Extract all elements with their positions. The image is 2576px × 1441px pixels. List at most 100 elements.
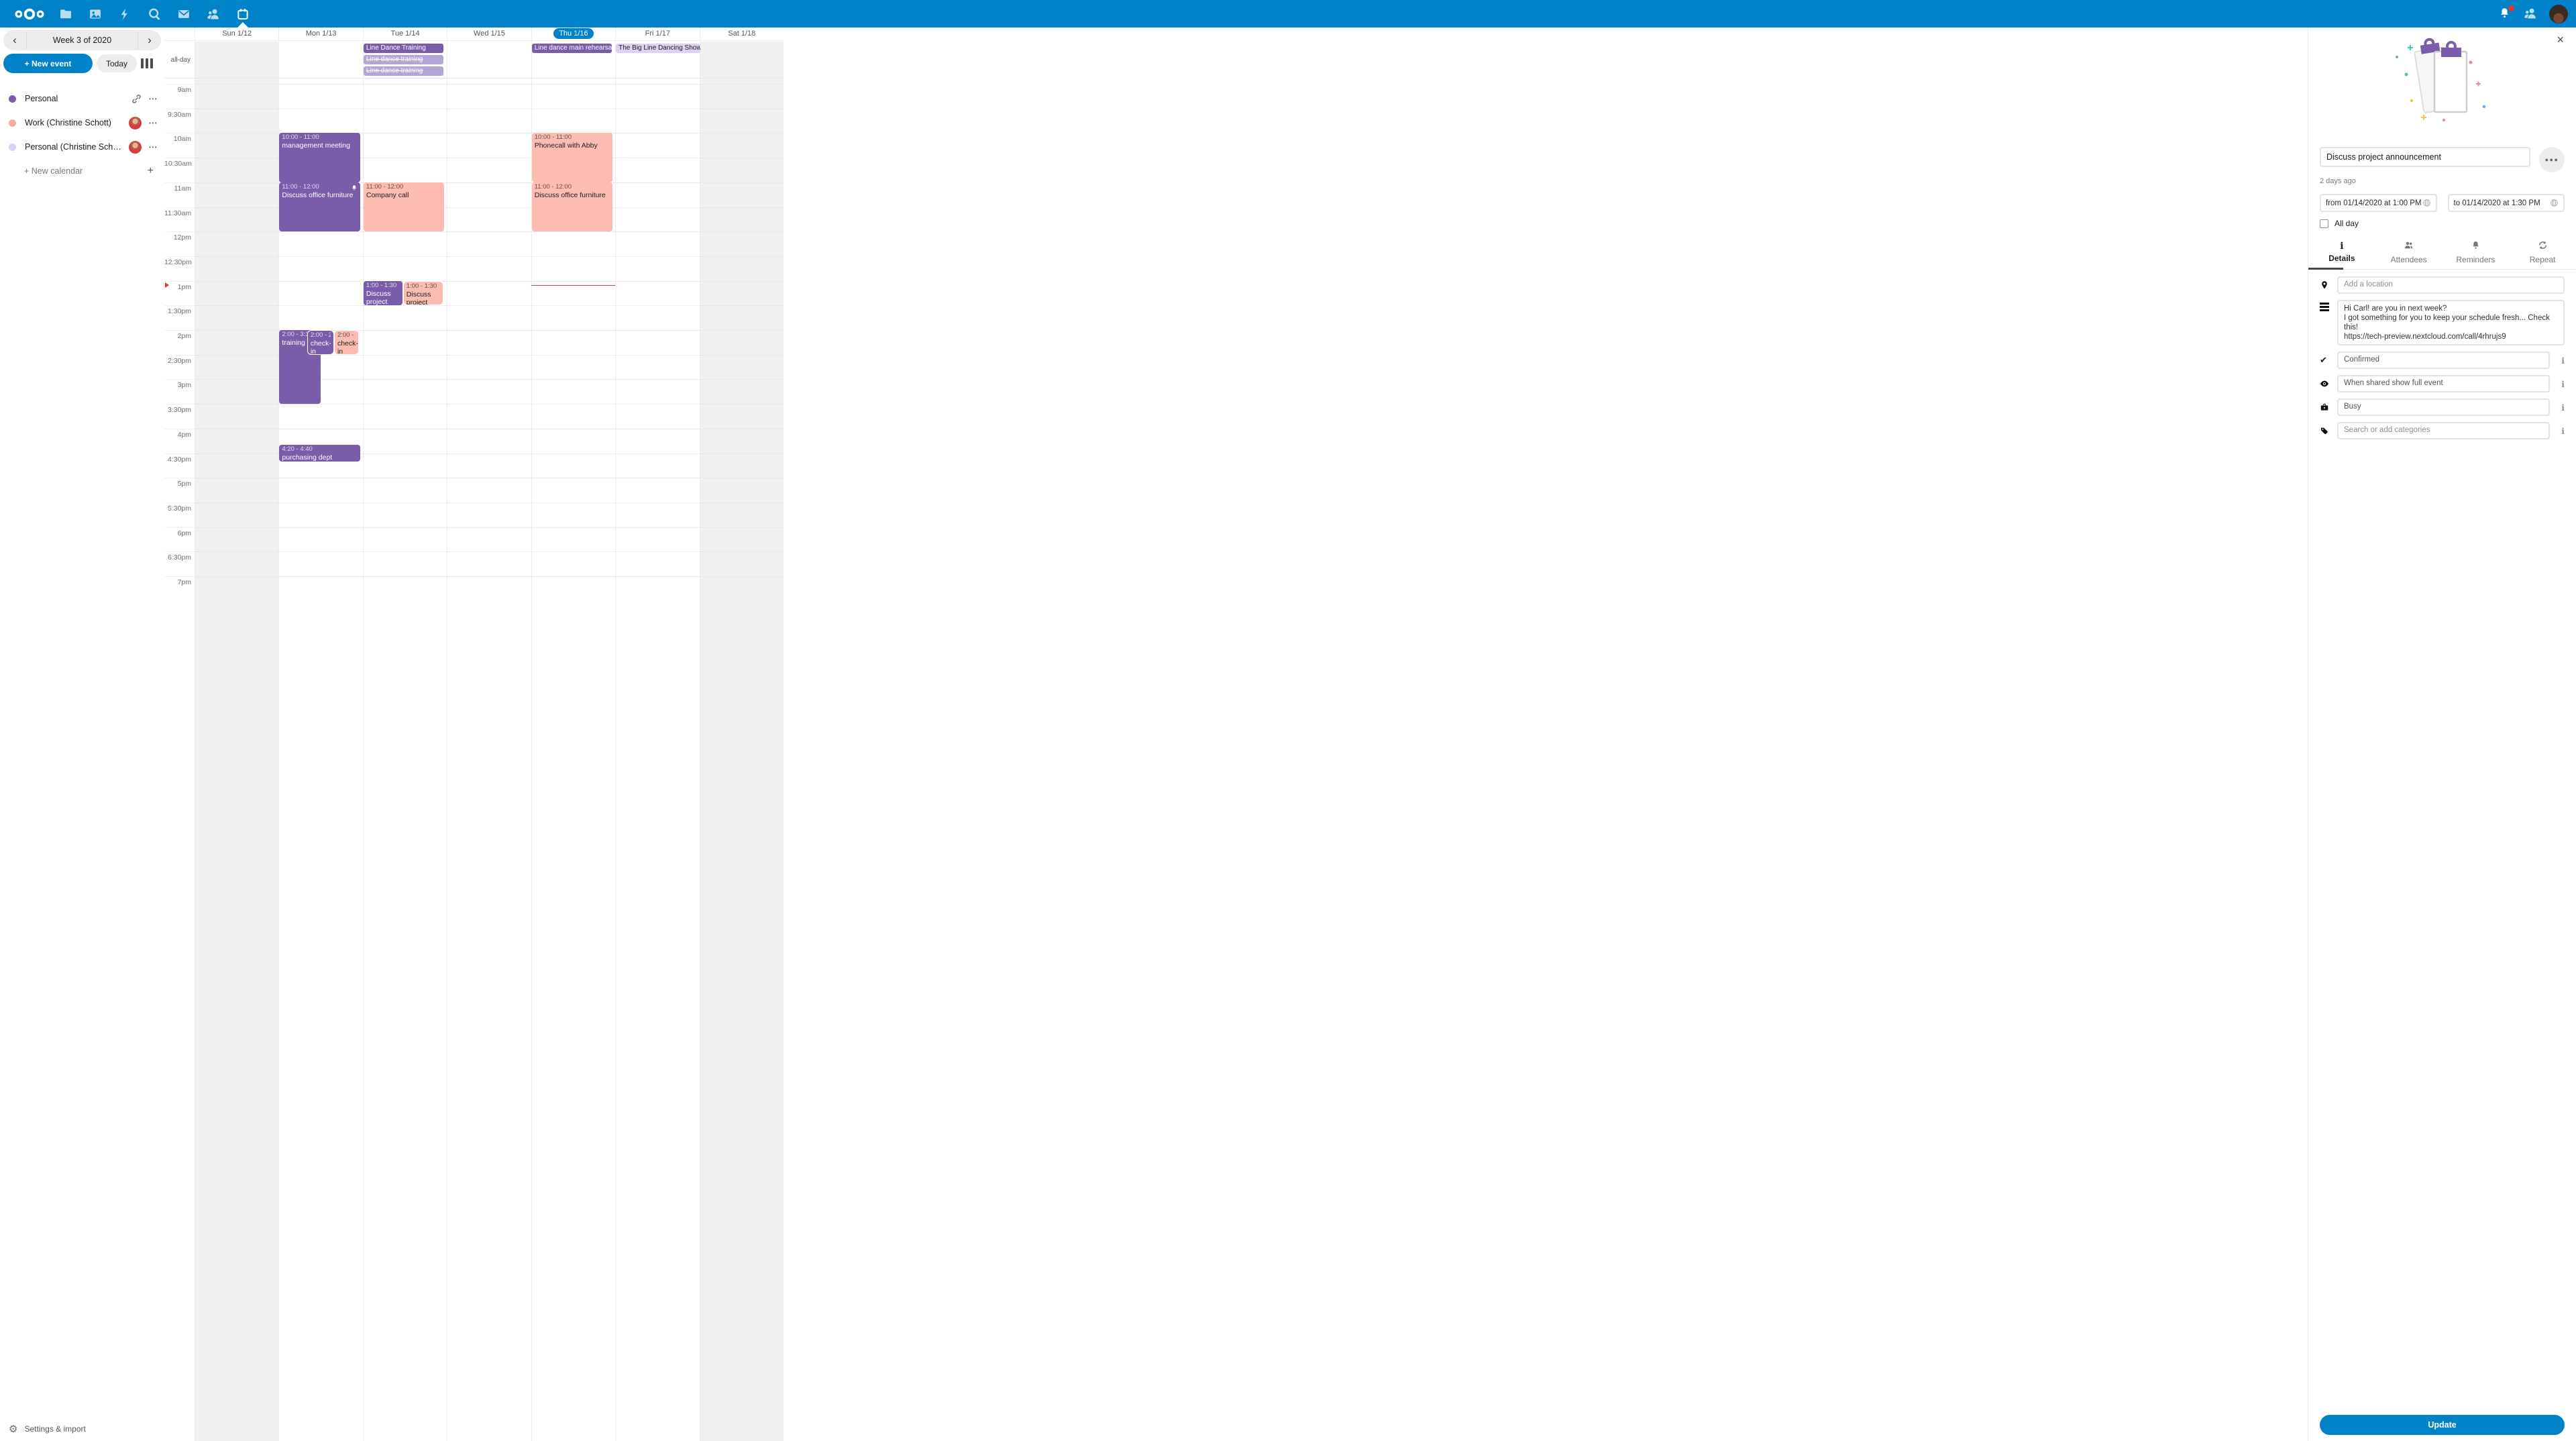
grid-line [195, 502, 784, 503]
calendar-event[interactable]: 2:00 - 2:30check-in [334, 330, 359, 355]
calendar-event[interactable]: 11:00 - 12:00Company call [364, 182, 444, 231]
all-day-cell[interactable] [278, 42, 362, 78]
today-button[interactable]: Today [97, 54, 137, 72]
day-column[interactable] [531, 78, 615, 1441]
shared-by-avatar [129, 117, 142, 129]
app-activity-icon[interactable] [110, 0, 140, 28]
all-day-event[interactable]: Line dance training [364, 66, 443, 76]
share-link-icon[interactable] [131, 94, 142, 104]
all-day-checkbox[interactable] [2320, 219, 2328, 228]
calendar-item[interactable]: Work (Christine Schott)••• [0, 111, 164, 135]
new-event-button[interactable]: + New event [3, 54, 93, 73]
calendar-item-menu-icon[interactable]: ••• [149, 144, 158, 150]
day-column[interactable] [700, 78, 784, 1441]
day-header: Sat 1/18 [700, 28, 784, 40]
calendar-event[interactable]: 11:00 - 12:00Discuss office furniture [532, 182, 612, 231]
calendar-event[interactable]: 11:00 - 12:00Discuss office furniture [279, 182, 360, 231]
all-day-event[interactable]: Line dance main rehearsal [532, 44, 612, 53]
event-title-input[interactable] [2320, 147, 2530, 167]
all-day-cell[interactable] [195, 42, 278, 78]
gutter-line [164, 576, 195, 577]
calendar-item[interactable]: Personal••• [0, 87, 164, 111]
freebusy-select[interactable]: Busy [2337, 398, 2550, 416]
calendar-event[interactable]: 1:00 - 1:30Discuss project announcement [364, 281, 402, 306]
view-toggle-button[interactable] [138, 56, 156, 71]
gutter-line [164, 305, 195, 306]
timezone-globe-icon[interactable] [2422, 199, 2431, 207]
tab-attendees[interactable]: Attendees [2375, 237, 2443, 269]
event-actions-menu-button[interactable]: ●●● [2539, 147, 2565, 172]
app-files-icon[interactable] [51, 0, 80, 28]
tab-details[interactable]: iDetails [2308, 237, 2375, 269]
tab-repeat[interactable]: Repeat [2509, 237, 2576, 269]
grid-line [195, 305, 784, 306]
next-week-button[interactable]: › [138, 30, 161, 50]
all-day-event[interactable]: Line Dance Training [364, 44, 443, 53]
info-icon[interactable]: i [2550, 403, 2565, 413]
all-day-cell[interactable] [700, 42, 784, 78]
new-calendar-button[interactable]: + New calendar+ [0, 159, 164, 183]
app-calendar-icon[interactable] [228, 0, 258, 28]
user-avatar[interactable] [2549, 5, 2568, 23]
previous-week-button[interactable]: ‹ [3, 30, 26, 50]
info-icon[interactable]: i [2550, 356, 2565, 366]
time-label: 12:30pm [164, 258, 191, 266]
tab-label: Repeat [2509, 255, 2576, 264]
gutter-line [164, 182, 195, 183]
categories-input[interactable]: Search or add categories [2337, 422, 2550, 439]
nextcloud-logo[interactable] [8, 0, 51, 28]
day-column[interactable] [278, 78, 362, 1441]
timezone-globe-icon[interactable] [2550, 199, 2559, 207]
gutter-line [164, 379, 195, 380]
update-button[interactable]: Update [2320, 1415, 2565, 1435]
grid-line [195, 281, 784, 282]
calendar-item-menu-icon[interactable]: ••• [149, 120, 158, 126]
info-icon[interactable]: i [2550, 379, 2565, 389]
grid-line [195, 84, 784, 85]
day-column[interactable] [615, 78, 699, 1441]
day-column[interactable] [447, 78, 531, 1441]
grid-line [195, 551, 784, 552]
tab-reminders[interactable]: Reminders [2443, 237, 2510, 269]
bell-icon [2443, 240, 2510, 254]
settings-import[interactable]: ⚙ Settings & import [0, 1417, 164, 1441]
event-editor-panel: × [2308, 28, 2576, 1441]
visibility-select[interactable]: When shared show full event [2337, 375, 2550, 392]
calendar-event[interactable]: 4:20 - 4:40purchasing dept [279, 445, 360, 461]
week-label[interactable]: Week 3 of 2020 [26, 31, 138, 50]
gutter-line [164, 207, 195, 208]
event-title: Phonecall with Abby [535, 142, 610, 150]
end-date-field[interactable]: to 01/14/2020 at 1:30 PM [2448, 194, 2565, 212]
time-label: 11:30am [164, 209, 191, 217]
time-label: 3pm [164, 381, 191, 389]
app-photos-icon[interactable] [80, 0, 110, 28]
notifications-bell-icon[interactable] [2498, 7, 2513, 21]
all-day-cell[interactable] [447, 42, 531, 78]
all-day-event[interactable]: The Big Line Dancing Show [616, 44, 700, 53]
description-input[interactable]: Hi Carl! are you in next week? I got som… [2337, 300, 2565, 345]
editor-tabs: iDetailsAttendeesRemindersRepeat [2308, 237, 2576, 270]
app-mail-icon[interactable] [169, 0, 199, 28]
event-time: 11:00 - 12:00 [366, 183, 441, 191]
status-select[interactable]: Confirmed [2337, 352, 2550, 369]
contacts-menu-icon[interactable] [2524, 7, 2538, 21]
calendar-event[interactable]: 10:00 - 11:00Phonecall with Abby [532, 133, 612, 182]
calendar-item-actions: ••• [129, 117, 158, 129]
event-time: 4:20 - 4:40 [282, 445, 357, 453]
app-contacts-icon[interactable] [199, 0, 228, 28]
info-icon[interactable]: i [2550, 426, 2565, 436]
all-day-event[interactable]: Line dance training [364, 55, 443, 64]
day-header: Wed 1/15 [447, 28, 531, 40]
calendar-item[interactable]: Personal (Christine Schott)••• [0, 135, 164, 159]
app-talk-icon[interactable] [140, 0, 169, 28]
all-day-toggle[interactable]: All day [2320, 219, 2565, 228]
calendar-event[interactable]: 2:00 - 2:30check-in [307, 330, 334, 355]
calendar-event[interactable]: 10:00 - 11:00management meeting [279, 133, 360, 182]
calendar-item-menu-icon[interactable]: ••• [149, 96, 158, 102]
start-date-field[interactable]: from 01/14/2020 at 1:00 PM [2320, 194, 2437, 212]
day-column[interactable] [195, 78, 278, 1441]
calendar-event[interactable]: 1:00 - 1:30Discuss project [403, 281, 443, 306]
event-time: 1:00 - 1:30 [407, 282, 440, 290]
event-title: Discuss office furniture [535, 191, 610, 199]
location-input[interactable]: Add a location [2337, 276, 2565, 294]
